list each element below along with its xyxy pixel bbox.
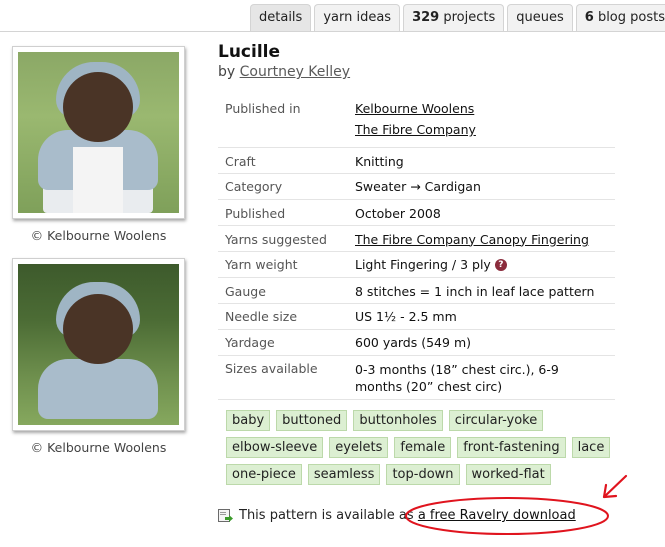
tag[interactable]: eyelets: [329, 437, 389, 458]
sizes-label: Sizes available: [218, 355, 348, 400]
tag[interactable]: seamless: [307, 464, 381, 485]
tab-details[interactable]: details: [250, 4, 312, 31]
pattern-photo-2[interactable]: [12, 258, 185, 431]
byline: by Courtney Kelley: [218, 64, 351, 80]
help-icon[interactable]: ?: [494, 259, 507, 271]
tag[interactable]: front-fastening: [457, 437, 566, 458]
sizes-value: 0-3 months (18” chest circ.), 6-9 months …: [348, 355, 615, 400]
tab-divider: [0, 31, 665, 32]
tag[interactable]: buttonholes: [353, 410, 443, 431]
tag[interactable]: one-piece: [226, 464, 302, 485]
yarn-weight-value: Light Fingering / 3 ply: [355, 256, 491, 272]
tab-queues[interactable]: queues: [507, 4, 573, 31]
yarns-label: Yarns suggested: [218, 225, 348, 252]
photo-image: [18, 52, 179, 213]
yardage-label: Yardage: [218, 329, 348, 356]
tag[interactable]: lace: [571, 437, 611, 458]
photo-caption-1: © Kelbourne Woolens: [30, 228, 167, 243]
pattern-tabs: details yarn ideas 329 projects queues 6…: [250, 4, 665, 31]
tag[interactable]: buttoned: [276, 410, 348, 431]
pattern-details: Published in Kelbourne Woolens The Fibre…: [218, 94, 615, 400]
tag-list: baby buttoned buttonholes circular-yoke …: [226, 410, 626, 491]
needle-label: Needle size: [218, 303, 348, 330]
category-value: Sweater → Cardigan: [348, 173, 615, 200]
yarn-weight-label: Yarn weight: [218, 251, 348, 278]
tag[interactable]: female: [394, 437, 452, 458]
download-icon: [218, 509, 233, 522]
published-value: October 2008: [348, 199, 615, 226]
tag[interactable]: circular-yoke: [448, 410, 544, 431]
publication-link-kelbourne[interactable]: Kelbourne Woolens: [355, 101, 474, 116]
published-in-label: Published in: [218, 94, 348, 148]
pattern-title: Lucille: [218, 42, 281, 62]
publication-link-fibre-company[interactable]: The Fibre Company: [355, 122, 476, 137]
designer-link[interactable]: Courtney Kelley: [240, 64, 350, 80]
photo-image: [18, 264, 179, 425]
pattern-photo-1[interactable]: [12, 46, 185, 219]
category-label: Category: [218, 173, 348, 200]
craft-value: Knitting: [348, 147, 615, 174]
gauge-value: 8 stitches = 1 inch in leaf lace pattern: [348, 277, 615, 304]
yardage-value: 600 yards (549 m): [348, 329, 615, 356]
tag[interactable]: elbow-sleeve: [226, 437, 324, 458]
yarn-link[interactable]: The Fibre Company Canopy Fingering: [355, 232, 589, 247]
published-label: Published: [218, 199, 348, 226]
download-notice: This pattern is available as a free Rave…: [218, 508, 576, 523]
tag[interactable]: top-down: [386, 464, 460, 485]
photo-caption-2: © Kelbourne Woolens: [30, 440, 167, 455]
gauge-label: Gauge: [218, 277, 348, 304]
tab-projects[interactable]: 329 projects: [403, 4, 505, 31]
craft-label: Craft: [218, 147, 348, 174]
ravelry-download-link[interactable]: a free Ravelry download: [418, 508, 576, 523]
tab-yarn-ideas[interactable]: yarn ideas: [314, 4, 401, 31]
needle-value: US 1½ - 2.5 mm: [348, 303, 615, 330]
tag[interactable]: baby: [226, 410, 271, 431]
tag[interactable]: worked-flat: [465, 464, 551, 485]
tab-blog-posts[interactable]: 6 blog posts: [575, 4, 665, 31]
